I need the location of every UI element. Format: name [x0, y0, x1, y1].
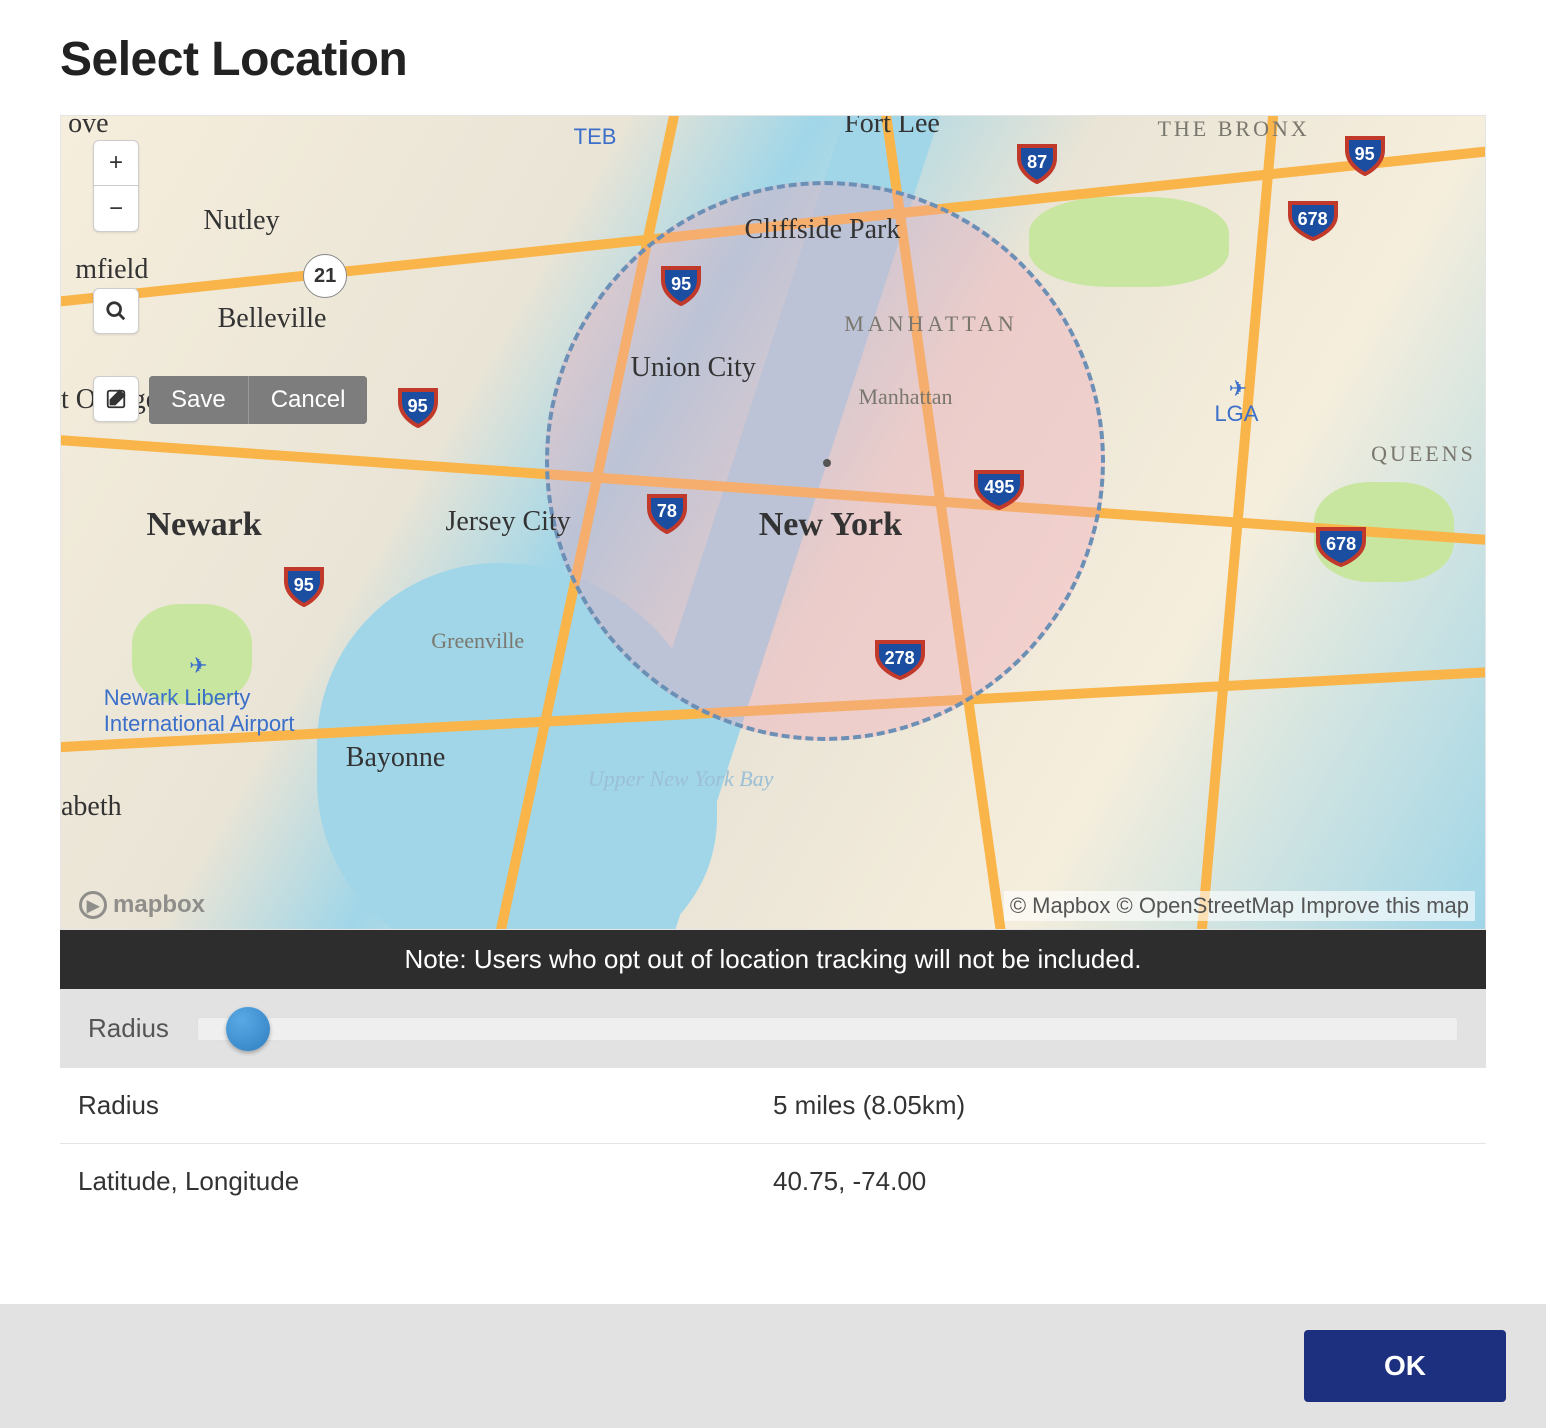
interstate-shield-95: 95 [396, 384, 440, 428]
map-search-button[interactable] [93, 288, 139, 334]
map-label-upper-bay: Upper New York Bay [588, 766, 774, 792]
map-attribution[interactable]: © Mapbox © OpenStreetMap Improve this ma… [1004, 891, 1475, 921]
radius-slider-row: Radius [60, 989, 1486, 1068]
info-label-latlon: Latitude, Longitude [78, 1166, 773, 1197]
info-label-radius: Radius [78, 1090, 773, 1121]
save-button[interactable]: Save [149, 376, 248, 424]
radius-slider-label: Radius [88, 1013, 169, 1044]
interstate-shield-495: 495 [972, 466, 1026, 510]
map-label-elizabeth: abeth [61, 791, 122, 823]
cancel-button[interactable]: Cancel [249, 376, 368, 424]
search-icon [105, 300, 127, 322]
map-label-cliffside: Cliffside Park [745, 214, 901, 246]
interstate-shield-678: 678 [1314, 523, 1368, 567]
map[interactable]: New York Manhattan MANHATTAN Jersey City… [60, 115, 1486, 930]
info-row-radius: Radius 5 miles (8.05km) [60, 1068, 1486, 1144]
info-value-latlon: 40.75, -74.00 [773, 1166, 1468, 1197]
edit-icon [105, 388, 127, 410]
map-label-bronx: THE BRONX [1157, 116, 1309, 142]
interstate-shield-95: 95 [1343, 132, 1387, 176]
map-label-nutley: Nutley [203, 205, 279, 237]
interstate-shield-278: 278 [873, 636, 927, 680]
map-label-manhattan-caps: MANHATTAN [844, 311, 1018, 337]
airplane-icon: ✈ [189, 653, 207, 679]
map-label-ove: ove [68, 115, 108, 140]
radius-slider-thumb[interactable] [226, 1007, 270, 1051]
interstate-shield-95: 95 [282, 563, 326, 607]
map-label-manhattan: Manhattan [858, 384, 952, 410]
minus-icon: − [109, 195, 123, 223]
edit-toolbar: Save Cancel [149, 376, 367, 424]
mapbox-logo: ▸ mapbox [79, 891, 205, 919]
zoom-out-button[interactable]: − [93, 186, 139, 232]
info-table: Radius 5 miles (8.05km) Latitude, Longit… [60, 1068, 1486, 1219]
mapbox-logo-icon: ▸ [79, 891, 107, 919]
footer: OK [0, 1304, 1546, 1428]
map-label-newark: Newark [146, 506, 261, 544]
map-label-fort-lee: Fort Lee [844, 115, 940, 140]
map-label-jersey-city: Jersey City [445, 506, 570, 538]
route-badge-21: 21 [303, 254, 347, 298]
interstate-shield-678: 678 [1286, 197, 1340, 241]
interstate-shield-78: 78 [645, 490, 689, 534]
map-label-greenville: Greenville [431, 628, 524, 654]
info-value-radius: 5 miles (8.05km) [773, 1090, 1468, 1121]
map-label-lga: LGA [1214, 401, 1258, 427]
plus-icon: + [109, 149, 123, 177]
note-bar: Note: Users who opt out of location trac… [60, 930, 1486, 989]
interstate-shield-87: 87 [1015, 140, 1059, 184]
radius-slider[interactable] [197, 1017, 1458, 1041]
map-edit-button[interactable] [93, 376, 139, 422]
map-label-queens: QUEENS [1371, 441, 1476, 467]
interstate-shield-95: 95 [659, 262, 703, 306]
map-label-bloomfield: mfield [75, 254, 148, 286]
map-label-new-york: New York [759, 506, 902, 544]
info-row-latlon: Latitude, Longitude 40.75, -74.00 [60, 1144, 1486, 1219]
ok-button[interactable]: OK [1304, 1330, 1506, 1402]
map-label-teb: TEB [574, 124, 617, 150]
map-label-belleville: Belleville [218, 303, 327, 335]
map-label-union-city: Union City [631, 352, 756, 384]
airplane-icon: ✈ [1229, 376, 1247, 402]
map-label-bayonne: Bayonne [346, 742, 446, 774]
zoom-in-button[interactable]: + [93, 140, 139, 186]
page-title: Select Location [60, 32, 1486, 87]
map-label-newark-airport: Newark Liberty International Airport [104, 685, 295, 737]
